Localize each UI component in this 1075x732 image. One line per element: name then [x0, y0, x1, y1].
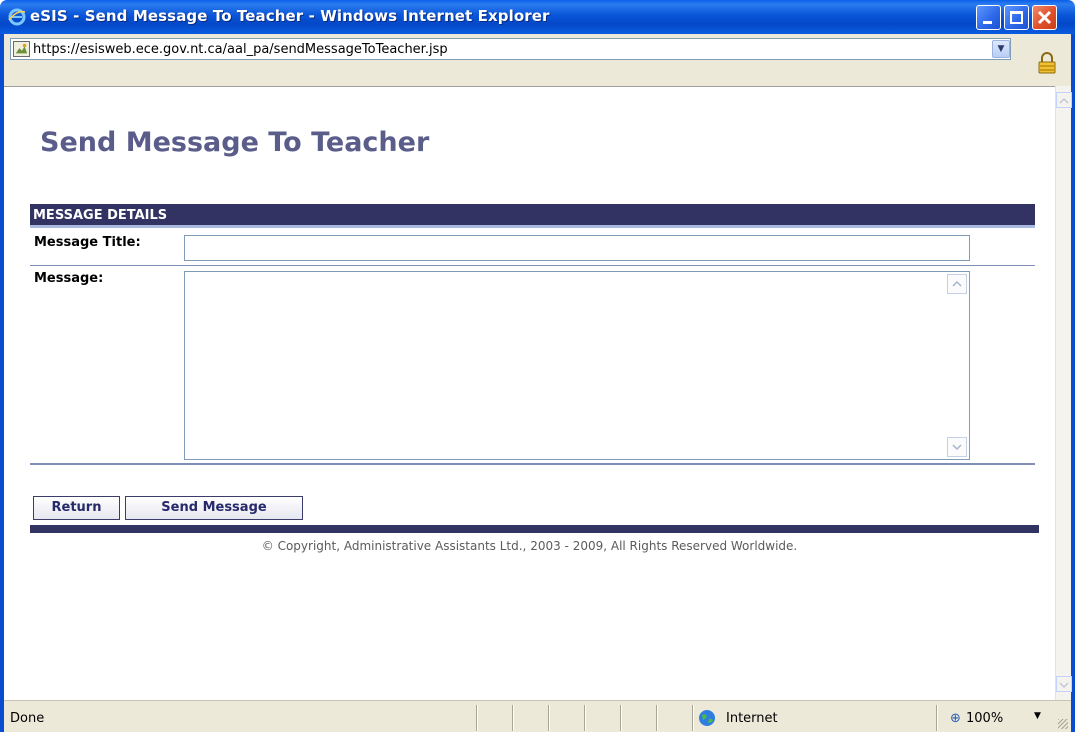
- row-divider: [30, 265, 1035, 266]
- zoom-icon[interactable]: ⊕: [950, 711, 961, 726]
- status-separator: [620, 705, 621, 731]
- maximize-icon: [1010, 11, 1023, 24]
- message-label: Message:: [34, 271, 104, 286]
- security-zone-text: Internet: [726, 711, 778, 726]
- resize-grip-icon[interactable]: [1058, 719, 1068, 729]
- lock-icon[interactable]: [1038, 52, 1056, 74]
- section-header: MESSAGE DETAILS: [30, 204, 1035, 228]
- status-separator: [936, 705, 937, 731]
- page-title: Send Message To Teacher: [40, 127, 430, 158]
- status-separator: [692, 705, 693, 731]
- page-viewport: Send Message To Teacher MESSAGE DETAILS …: [4, 86, 1055, 700]
- return-button[interactable]: Return: [33, 496, 120, 520]
- url-text: https://esisweb.ece.gov.nt.ca/aal_pa/sen…: [33, 42, 448, 57]
- close-icon: [1037, 10, 1052, 25]
- window-titlebar[interactable]: eSIS - Send Message To Teacher - Windows…: [0, 0, 1075, 34]
- textarea-scrollbar[interactable]: [947, 274, 967, 457]
- chevron-down-icon[interactable]: ▼: [1034, 711, 1041, 721]
- page-scrollbar[interactable]: [1055, 86, 1072, 700]
- message-title-label: Message Title:: [34, 235, 141, 250]
- status-separator: [512, 705, 513, 731]
- scroll-down-icon[interactable]: [947, 437, 967, 457]
- scroll-up-icon[interactable]: [947, 274, 967, 294]
- message-textarea[interactable]: [184, 271, 970, 460]
- close-button[interactable]: [1032, 5, 1057, 30]
- ie-logo-icon: [8, 8, 26, 26]
- status-separator: [476, 705, 477, 731]
- scroll-up-icon[interactable]: [1056, 92, 1072, 108]
- scroll-down-icon[interactable]: [1056, 676, 1072, 692]
- message-title-input[interactable]: [184, 235, 970, 261]
- window-title: eSIS - Send Message To Teacher - Windows…: [30, 7, 550, 25]
- status-text: Done: [10, 711, 45, 726]
- minimize-button[interactable]: [976, 5, 1001, 30]
- status-separator: [656, 705, 657, 731]
- maximize-button[interactable]: [1004, 5, 1029, 30]
- chevron-down-icon[interactable]: ▼: [992, 40, 1010, 58]
- send-message-button[interactable]: Send Message: [125, 496, 303, 520]
- status-separator: [584, 705, 585, 731]
- footer-bar: [30, 525, 1039, 533]
- globe-icon: [699, 710, 715, 726]
- zoom-level[interactable]: 100%: [966, 711, 1003, 726]
- status-bar: Done Internet ⊕ 100% ▼: [4, 700, 1071, 732]
- url-field[interactable]: https://esisweb.ece.gov.nt.ca/aal_pa/sen…: [10, 38, 1011, 60]
- minimize-icon: [983, 21, 992, 24]
- window-border-right: [1071, 34, 1075, 732]
- page-icon: [13, 41, 30, 57]
- row-divider: [30, 463, 1035, 465]
- copyright-text: © Copyright, Administrative Assistants L…: [261, 539, 798, 553]
- address-bar: https://esisweb.ece.gov.nt.ca/aal_pa/sen…: [4, 34, 1071, 86]
- status-separator: [548, 705, 549, 731]
